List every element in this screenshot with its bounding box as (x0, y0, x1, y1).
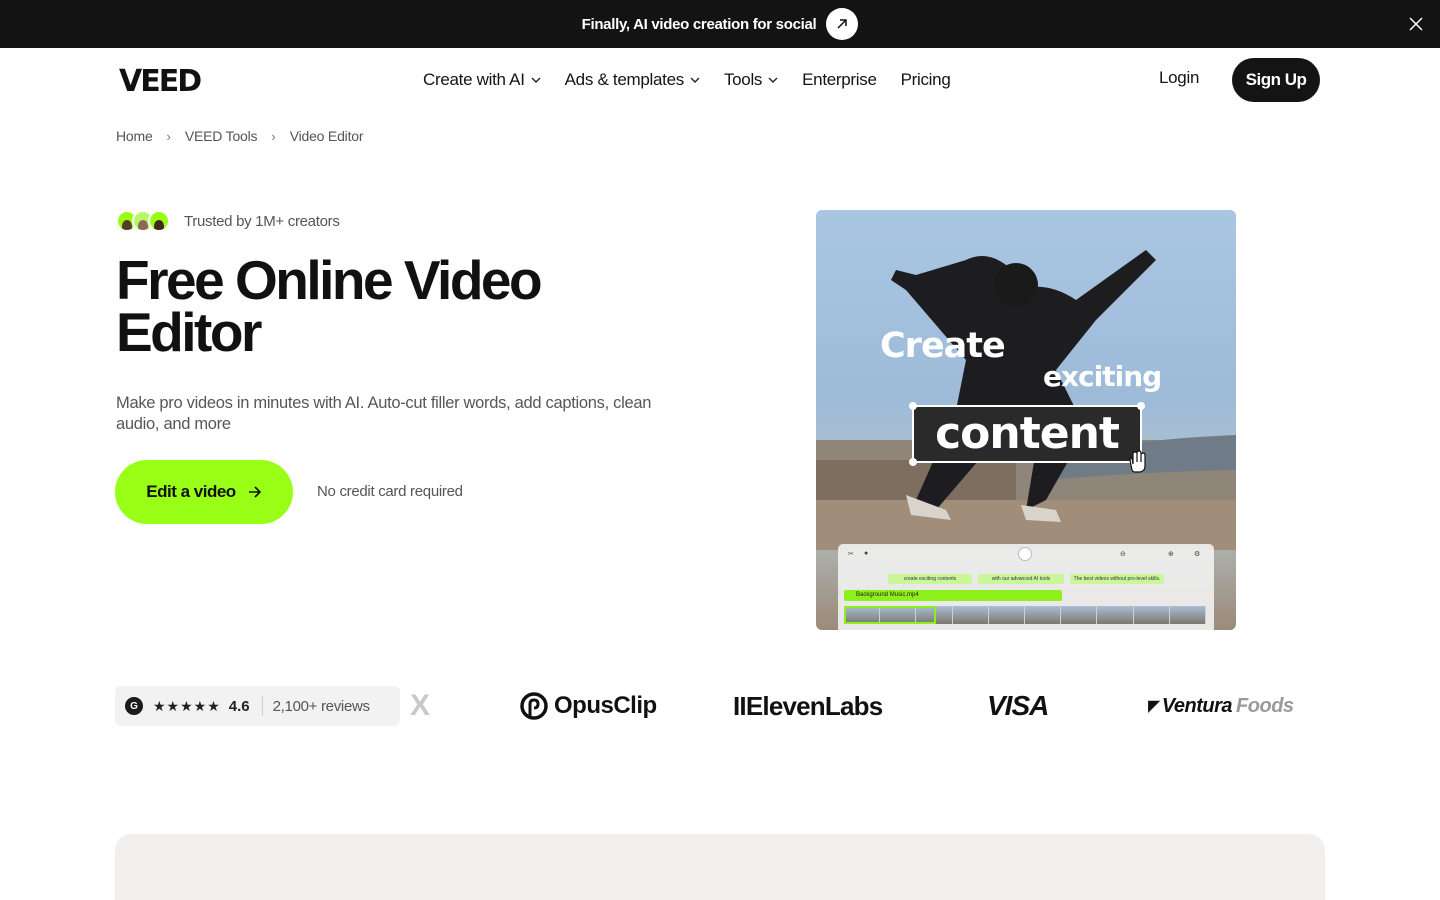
veed-logo[interactable]: VEED (119, 66, 237, 94)
overlay-word: exciting (1043, 360, 1162, 393)
top-nav: VEED Create with AI Ads & templates Tool… (0, 48, 1440, 112)
rating-score: 4.6 (228, 697, 250, 715)
hand-cursor-icon (1129, 450, 1146, 473)
nav-pricing[interactable]: Pricing (901, 70, 951, 90)
nav-enterprise[interactable]: Enterprise (802, 70, 877, 90)
chevron-down-icon (531, 77, 541, 83)
nav-link-label: Pricing (900, 70, 951, 89)
brand-logo-elevenlabs: IIElevenLabs (733, 690, 883, 721)
avatar-group (116, 210, 170, 232)
nav-ads-templates[interactable]: Ads & templates (565, 70, 700, 90)
zoom-out-icon: ⊖ (1120, 551, 1126, 558)
trusted-badge: Trusted by 1M+ creators (116, 210, 340, 232)
breadcrumb-veed-tools[interactable]: VEED Tools (185, 128, 258, 144)
title-line: Editor (116, 301, 262, 363)
arrow-right-icon (248, 486, 262, 498)
hero-video-preview[interactable]: Create exciting content ✂ ● ⊖ ⊕ ⚙ create… (816, 210, 1236, 630)
timeline-clip: create exciting contents (888, 574, 972, 584)
login-link[interactable]: Login (1159, 68, 1199, 88)
nav-link-label: Create with AI (423, 70, 525, 89)
nav-links: Create with AI Ads & templates Tools Ent… (423, 68, 974, 92)
chevron-down-icon (690, 77, 700, 83)
timeline-clip: The best videos without pro-level skills… (1070, 574, 1164, 584)
edit-video-button[interactable]: Edit a video (115, 460, 293, 524)
brand-label: OpusClip (554, 692, 657, 719)
video-track-selection (844, 606, 936, 624)
nav-link-label: Enterprise (802, 70, 877, 89)
breadcrumb-home[interactable]: Home (116, 128, 153, 144)
zoom-in-icon: ⊕ (1168, 551, 1174, 558)
breadcrumb-current: Video Editor (289, 128, 364, 144)
close-icon[interactable] (1406, 14, 1426, 34)
star-rating: ★★★★★ (153, 697, 221, 714)
brand-logo-opusclip: OpusClip (520, 690, 657, 722)
svg-text:VEED: VEED (119, 66, 201, 94)
chevron-down-icon (768, 77, 778, 83)
g2-logo-icon: G (125, 697, 143, 715)
microphone-icon: ● (864, 550, 869, 557)
trusted-text: Trusted by 1M+ creators (184, 212, 340, 230)
brand-label: Ventura (1161, 694, 1233, 717)
next-section-card (115, 834, 1325, 900)
brand-logo-x: X (410, 689, 431, 722)
divider (261, 696, 263, 716)
opusclip-mark-icon (520, 692, 548, 720)
nav-create-with-ai[interactable]: Create with AI (423, 70, 541, 90)
g2-rating[interactable]: G ★★★★★ 4.6 2,100+ reviews (115, 686, 400, 726)
breadcrumb-separator-icon: › (166, 128, 171, 144)
arrow-up-right-icon[interactable] (826, 8, 859, 40)
nav-link-label: Tools (723, 70, 763, 89)
breadcrumb-separator-icon: › (271, 128, 276, 144)
announcement-text[interactable]: Finally, AI video creation for social (582, 16, 817, 33)
timeline-clip: with our advanced AI tools (978, 574, 1064, 584)
music-track: Background Music.mp4 (844, 590, 1062, 601)
brand-logo-ventura-foods: ◤ Ventura Foods (1148, 690, 1294, 722)
breadcrumb: Home › VEED Tools › Video Editor (116, 128, 364, 144)
review-count: 2,100+ reviews (272, 697, 370, 715)
brand-logo-visa: VISA (987, 690, 1049, 721)
overlay-word: Create (880, 326, 1006, 366)
cta-label: Edit a video (146, 482, 236, 501)
nav-link-label: Ads & templates (564, 70, 685, 89)
hero-subtitle: Make pro videos in minutes with AI. Auto… (116, 394, 652, 433)
announcement-bar: Finally, AI video creation for social (0, 0, 1440, 48)
no-credit-card-note: No credit card required (317, 483, 463, 500)
avatar (148, 210, 170, 232)
settings-icon: ⚙ (1194, 551, 1201, 558)
brand-label: Foods (1236, 694, 1294, 717)
page-title: Free Online Video Editor (116, 253, 676, 360)
ventura-mark-icon: ◤ (1148, 698, 1160, 715)
editor-timeline: ✂ ● ⊖ ⊕ ⚙ create exciting contents with … (838, 544, 1214, 630)
signup-button[interactable]: Sign Up (1232, 58, 1320, 102)
scissors-icon: ✂ (848, 551, 854, 558)
nav-tools[interactable]: Tools (724, 70, 778, 90)
overlay-word-selected: content (913, 406, 1141, 462)
play-icon (1018, 547, 1032, 561)
